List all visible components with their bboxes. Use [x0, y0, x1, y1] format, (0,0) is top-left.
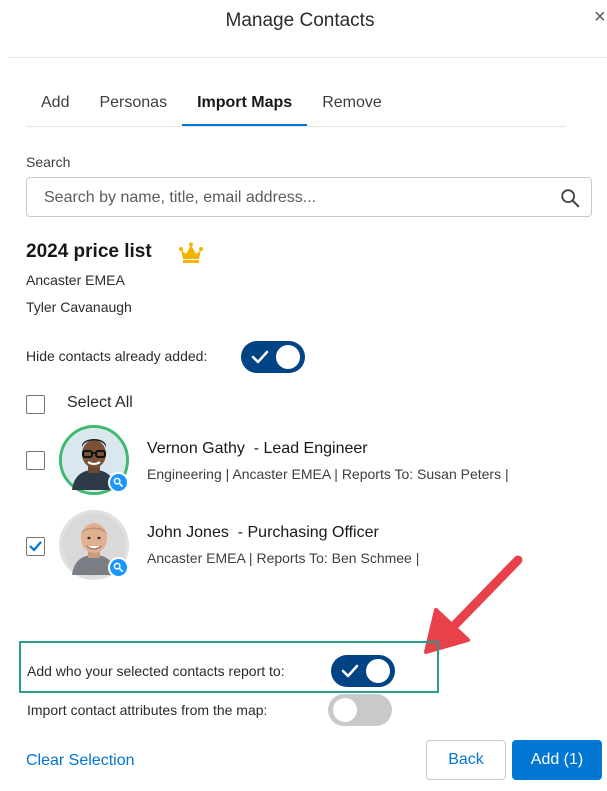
- hide-contacts-label: Hide contacts already added:: [26, 348, 208, 364]
- search-label: Search: [26, 154, 71, 170]
- tab-bar: Add Personas Import Maps Remove: [26, 88, 397, 127]
- persona-badge-icon: [108, 472, 129, 493]
- contact-name: John Jones: [147, 524, 229, 541]
- import-attributes-toggle[interactable]: [328, 694, 392, 726]
- check-icon: [341, 664, 359, 678]
- add-reports-to-label: Add who your selected contacts report to…: [27, 663, 285, 679]
- contact-title: - Purchasing Officer: [228, 524, 379, 541]
- tab-import-maps[interactable]: Import Maps: [182, 88, 308, 127]
- contact-name-line: Vernon Gathy - Lead Engineer: [147, 440, 368, 458]
- search-icon[interactable]: [559, 187, 581, 209]
- tab-personas[interactable]: Personas: [84, 88, 182, 126]
- add-button[interactable]: Add (1): [512, 740, 602, 780]
- contact-name: Vernon Gathy: [147, 440, 245, 457]
- map-account: Ancaster EMEA: [26, 272, 125, 288]
- toggle-knob: [366, 659, 390, 683]
- contact-title: - Lead Engineer: [244, 440, 368, 457]
- close-icon[interactable]: ×: [594, 6, 607, 29]
- persona-badge-icon: [108, 557, 129, 578]
- check-icon: [29, 541, 42, 552]
- tab-add[interactable]: Add: [26, 88, 84, 126]
- modal-title: Manage Contacts: [225, 10, 375, 31]
- search-input[interactable]: [42, 179, 546, 217]
- select-all-checkbox[interactable]: [26, 395, 45, 414]
- add-reports-to-toggle[interactable]: [331, 655, 395, 687]
- contact-checkbox-john-jones[interactable]: [26, 537, 45, 556]
- select-all-label: Select All: [67, 394, 133, 411]
- check-icon: [251, 350, 269, 364]
- map-owner: Tyler Cavanaugh: [26, 299, 132, 315]
- contact-name-line: John Jones - Purchasing Officer: [147, 524, 379, 542]
- clear-selection-link[interactable]: Clear Selection: [26, 752, 135, 770]
- header-divider: [8, 57, 607, 58]
- crown-icon: [179, 242, 203, 263]
- tab-remove[interactable]: Remove: [307, 88, 397, 126]
- import-attributes-label: Import contact attributes from the map:: [27, 702, 268, 718]
- search-box: [26, 177, 592, 217]
- contact-details: Ancaster EMEA | Reports To: Ben Schmee |: [147, 550, 420, 566]
- contact-checkbox-vernon-gathy[interactable]: [26, 451, 45, 470]
- hide-contacts-toggle[interactable]: [241, 341, 305, 373]
- contact-details: Engineering | Ancaster EMEA | Reports To…: [147, 466, 509, 482]
- map-title: 2024 price list: [26, 241, 152, 262]
- toggle-knob: [333, 698, 357, 722]
- toggle-knob: [276, 345, 300, 369]
- back-button[interactable]: Back: [426, 740, 506, 780]
- tabs-divider: [26, 126, 566, 127]
